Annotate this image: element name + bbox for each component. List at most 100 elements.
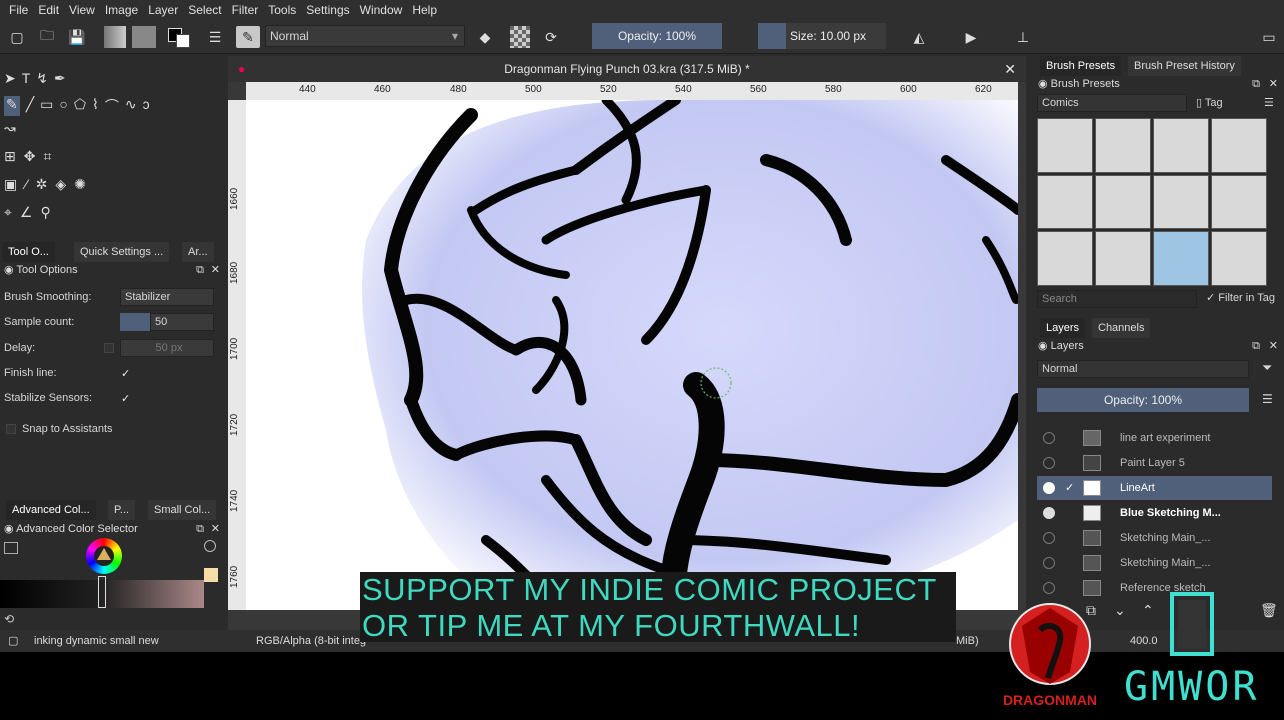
close-panel-icon[interactable]: ✕	[1269, 337, 1278, 355]
menu-settings[interactable]: Settings	[306, 3, 349, 17]
float-panel-icon[interactable]: ⧉	[1252, 75, 1260, 93]
brush-preset[interactable]	[1037, 118, 1093, 173]
brush-preset[interactable]	[1211, 174, 1267, 230]
eraser-icon[interactable]: ◆	[476, 26, 494, 48]
fg-bg-color-icon[interactable]	[166, 26, 192, 48]
visibility-icon[interactable]	[1043, 557, 1055, 569]
gradient-tool-icon[interactable]: ▣	[4, 176, 17, 193]
refresh-icon[interactable]: ⟲	[4, 612, 14, 626]
brush-preset[interactable]	[1037, 174, 1093, 230]
window-menu-icon[interactable]: ▭	[1260, 26, 1278, 48]
menu-window[interactable]: Window	[360, 3, 403, 17]
filter-icon[interactable]: ⏷	[1262, 360, 1272, 376]
visibility-icon[interactable]	[1043, 532, 1055, 544]
drawing-canvas[interactable]	[246, 100, 1018, 610]
line-tool-icon[interactable]: ╱	[26, 96, 34, 116]
brush-preset[interactable]	[1211, 231, 1267, 286]
brush-preset[interactable]	[1153, 118, 1209, 173]
brush-smoothing-select[interactable]: Stabilizer	[120, 288, 214, 306]
select-pointer-icon[interactable]: ➤	[4, 70, 16, 87]
layer-row[interactable]: line art experiment	[1037, 426, 1272, 450]
open-folder-icon[interactable]: 🗀	[38, 26, 56, 48]
gradient-swatch[interactable]	[104, 26, 126, 48]
tab-layers[interactable]: Layers	[1040, 318, 1086, 338]
tab-tool-options[interactable]: Tool O...	[2, 242, 55, 262]
blend-mode-select[interactable]: Normal	[265, 25, 465, 47]
tab-channels[interactable]: Channels	[1092, 318, 1151, 338]
color-picker-icon[interactable]: ⁄	[25, 176, 27, 193]
layer-row[interactable]: Sketching Main_...	[1037, 551, 1272, 575]
menu-image[interactable]: Image	[105, 3, 138, 17]
rectangle-tool-icon[interactable]: ▭	[40, 96, 53, 116]
float-panel-icon[interactable]: ⧉	[196, 261, 204, 279]
close-panel-icon[interactable]: ✕	[211, 520, 220, 538]
panel-toggle-icon[interactable]: ◉	[4, 264, 14, 276]
brush-preset-selected[interactable]	[1153, 231, 1209, 286]
tab-brush-preset-history[interactable]: Brush Preset History	[1128, 56, 1241, 76]
sample-count-fill[interactable]	[120, 313, 150, 331]
edit-shapes-icon[interactable]: ↯	[36, 70, 48, 87]
brush-preset[interactable]	[1153, 174, 1209, 230]
assistant-tool-icon[interactable]: ⌖	[4, 204, 12, 221]
tab-palette[interactable]: P...	[108, 500, 136, 520]
sample-count-input[interactable]: 50	[150, 313, 214, 331]
polyline-tool-icon[interactable]: ⌇	[92, 96, 99, 116]
alpha-lock-icon[interactable]	[510, 26, 530, 48]
enclose-fill-icon[interactable]: ✺	[74, 176, 86, 193]
close-panel-icon[interactable]: ✕	[211, 261, 220, 279]
preset-search-input[interactable]: Search	[1037, 290, 1197, 308]
close-panel-icon[interactable]: ✕	[1269, 75, 1278, 93]
brush-preset[interactable]	[1211, 118, 1267, 173]
mirror-horizontal-icon[interactable]: ◭	[910, 26, 928, 48]
tab-small-color[interactable]: Small Col...	[148, 500, 217, 520]
brush-preset[interactable]	[1095, 174, 1151, 230]
crop-tool-icon[interactable]: ⌗	[43, 148, 51, 165]
multibrush-icon[interactable]: ↝	[4, 120, 16, 137]
reload-preset-icon[interactable]: ⟳	[542, 26, 560, 48]
finish-line-checkbox[interactable]: ✓	[121, 367, 133, 380]
color-swatch-preview[interactable]	[204, 568, 218, 582]
calligraphy-icon[interactable]: ✒	[54, 70, 66, 87]
layer-blend-select[interactable]: Normal	[1037, 360, 1249, 378]
color-settings-icon[interactable]	[4, 542, 18, 554]
document-tab[interactable]: ● Dragonman Flying Punch 03.kra (317.5 M…	[228, 56, 1026, 82]
visibility-icon[interactable]	[1043, 432, 1055, 444]
size-slider-fill[interactable]	[758, 23, 786, 49]
filter-in-tag-checkbox[interactable]: ✓ Filter in Tag	[1206, 291, 1275, 304]
float-panel-icon[interactable]: ⧉	[196, 520, 204, 538]
tab-advanced-color[interactable]: Advanced Col...	[6, 500, 96, 520]
bezier-tool-icon[interactable]: ⌒	[105, 96, 119, 116]
layer-opacity-slider[interactable]: Opacity: 100%	[1037, 388, 1249, 412]
opacity-slider[interactable]: Opacity: 100%	[592, 23, 722, 49]
mirror-vertical-icon[interactable]: ▶	[962, 26, 980, 48]
fill-tool-icon[interactable]: ◈	[55, 176, 66, 193]
delay-input[interactable]: 50 px	[120, 339, 214, 357]
pattern-swatch[interactable]	[132, 26, 156, 48]
preset-tag-select[interactable]: Comics	[1037, 94, 1187, 112]
reference-tool-icon[interactable]: ⚲	[40, 204, 50, 221]
menu-edit[interactable]: Edit	[38, 3, 59, 17]
wrap-around-icon[interactable]: ⊥	[1014, 26, 1032, 48]
close-document-icon[interactable]: ✕	[1004, 56, 1016, 82]
menu-filter[interactable]: Filter	[232, 3, 259, 17]
menu-tools[interactable]: Tools	[268, 3, 296, 17]
tab-artistic[interactable]: Ar...	[182, 242, 214, 262]
move-tool-icon[interactable]: ✥	[24, 148, 36, 165]
panel-toggle-icon[interactable]: ◉	[1038, 78, 1048, 90]
brush-preset[interactable]	[1095, 231, 1151, 286]
brush-preset-icon[interactable]: ✎	[236, 26, 260, 48]
menu-select[interactable]: Select	[188, 3, 221, 17]
float-panel-icon[interactable]: ⧉	[1252, 337, 1260, 355]
menu-layer[interactable]: Layer	[148, 3, 178, 17]
layer-menu-icon[interactable]: ☰	[1262, 392, 1273, 406]
freehand-brush-icon[interactable]: ✎	[4, 96, 20, 116]
text-tool-icon[interactable]: T	[22, 70, 31, 87]
layer-row[interactable]: Sketching Main_...	[1037, 526, 1272, 550]
brush-preset[interactable]	[1037, 231, 1093, 286]
tab-quick-settings[interactable]: Quick Settings ...	[74, 242, 170, 262]
layer-row[interactable]: Blue Sketching M...	[1037, 501, 1272, 525]
visibility-icon[interactable]	[1043, 457, 1055, 469]
dynamic-brush-icon[interactable]: ↄ	[143, 96, 150, 116]
transform-tool-icon[interactable]: ⊞	[4, 148, 16, 165]
panel-toggle-icon[interactable]: ◉	[4, 523, 14, 535]
